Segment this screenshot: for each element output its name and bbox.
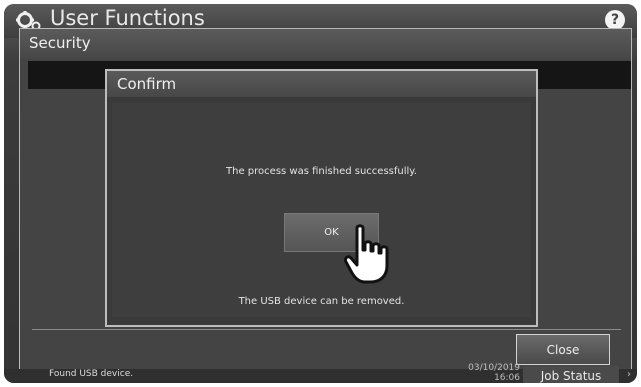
security-title: Security	[29, 34, 91, 52]
close-button[interactable]: Close	[516, 334, 610, 365]
security-header: Security	[20, 29, 631, 59]
confirm-title: Confirm	[117, 75, 177, 93]
status-bar: Found USB device. 03/10/2019 16:06 Job S…	[4, 363, 637, 383]
hand-pointer-icon	[344, 224, 389, 284]
confirm-body: The process was finished successfully. O…	[112, 103, 531, 317]
status-message: Found USB device.	[49, 369, 134, 379]
usb-removal-message: The USB device can be removed.	[238, 296, 405, 307]
job-status-button[interactable]: Job Status	[523, 366, 619, 383]
app-title: User Functions	[50, 6, 205, 30]
help-icon[interactable]: ?	[605, 10, 625, 30]
confirm-message: The process was finished successfully.	[226, 166, 417, 177]
status-date: 03/10/2019	[468, 363, 520, 373]
confirm-header: Confirm	[107, 71, 536, 97]
status-datetime: 03/10/2019 16:06	[456, 363, 520, 383]
chevron-right-icon: ›	[627, 369, 631, 380]
confirm-dialog-inner: Confirm The process was finished success…	[107, 71, 536, 325]
divider	[32, 329, 621, 330]
confirm-dialog: Confirm The process was finished success…	[105, 69, 538, 327]
status-time: 16:06	[494, 373, 520, 383]
